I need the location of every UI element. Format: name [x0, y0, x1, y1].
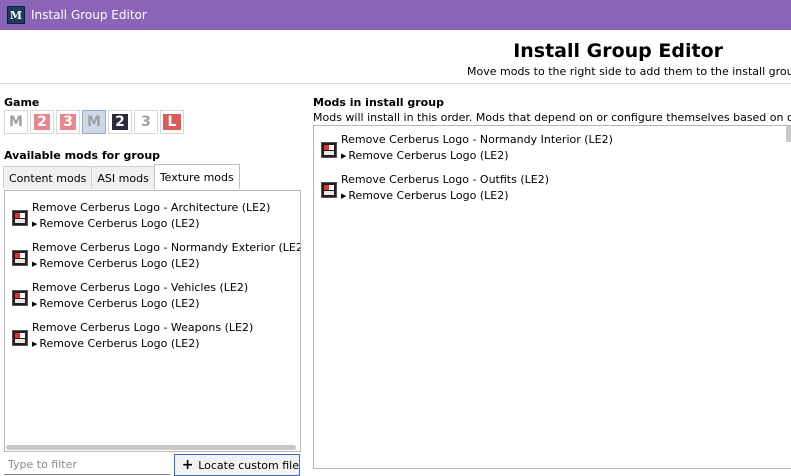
install-group-list[interactable]: Remove Cerberus Logo - Normandy Interior…	[313, 125, 791, 469]
mod-icon	[321, 182, 337, 198]
list-item[interactable]: Remove Cerberus Logo - Weapons (LE2) ▶ Re…	[12, 321, 300, 357]
list-item[interactable]: Remove Cerberus Logo - Outfits (LE2) ▶ Re…	[321, 173, 721, 209]
header-divider	[0, 83, 791, 84]
game-lex-button[interactable]: M	[82, 110, 106, 134]
mod-parent: ▶ Remove Cerberus Logo (LE2)	[32, 297, 200, 310]
list-item[interactable]: Remove Cerberus Logo - Vehicles (LE2) ▶ R…	[12, 281, 300, 317]
game-selector: M 2 3 M 2 3 L	[4, 110, 184, 134]
app-icon: M	[7, 6, 25, 24]
triangle-icon: ▶	[32, 300, 38, 308]
mod-parent: ▶ Remove Cerberus Logo (LE2)	[32, 337, 200, 350]
mod-title: Remove Cerberus Logo - Architecture (LE2…	[32, 201, 271, 214]
list-item[interactable]: Remove Cerberus Logo - Architecture (LE2…	[12, 201, 300, 237]
filter-input[interactable]	[4, 455, 170, 475]
mod-icon	[321, 142, 337, 158]
mod-parent: ▶ Remove Cerberus Logo (LE2)	[341, 189, 509, 202]
tab-texture-mods[interactable]: Texture mods	[153, 164, 240, 189]
mod-parent: ▶ Remove Cerberus Logo (LE2)	[32, 217, 200, 230]
page-title: Install Group Editor	[513, 40, 723, 62]
install-group-label: Mods in install group	[313, 96, 444, 109]
vertical-scrollbar[interactable]	[786, 126, 791, 142]
mod-parent: ▶ Remove Cerberus Logo (LE2)	[32, 257, 200, 270]
mod-title: Remove Cerberus Logo - Outfits (LE2)	[341, 173, 549, 186]
game-launcher-button[interactable]: L	[160, 110, 184, 134]
game-label: Game	[4, 96, 40, 109]
tab-asi-mods[interactable]: ASI mods	[91, 166, 155, 189]
game-le-launcher-button[interactable]: M	[4, 110, 28, 134]
available-mods-label: Available mods for group	[4, 149, 161, 162]
game-le3-button[interactable]: 3	[134, 110, 158, 134]
tab-content-mods[interactable]: Content mods	[3, 166, 93, 189]
window-title: Install Group Editor	[31, 8, 147, 22]
mod-title: Remove Cerberus Logo - Vehicles (LE2)	[32, 281, 249, 294]
mod-parent: ▶ Remove Cerberus Logo (LE2)	[341, 149, 509, 162]
mod-icon	[12, 330, 28, 346]
mod-title: Remove Cerberus Logo - Weapons (LE2)	[32, 321, 254, 334]
plus-icon: +	[181, 457, 194, 473]
game-le2-button[interactable]: 2	[108, 110, 132, 134]
mod-icon	[12, 250, 28, 266]
horizontal-scrollbar[interactable]	[6, 445, 296, 450]
locate-button-label: Locate custom file	[198, 458, 299, 472]
mod-title: Remove Cerberus Logo - Normandy Exterior…	[32, 241, 301, 254]
title-bar: M Install Group Editor	[0, 0, 791, 30]
install-group-description: Mods will install in this order. Mods th…	[313, 111, 791, 124]
page-subtitle: Move mods to the right side to add them …	[467, 65, 791, 78]
game-me3-button[interactable]: 3	[56, 110, 80, 134]
triangle-icon: ▶	[32, 220, 38, 228]
list-item[interactable]: Remove Cerberus Logo - Normandy Exterior…	[12, 241, 301, 277]
mod-type-tabs: Content mods ASI mods Texture mods	[3, 164, 240, 189]
locate-custom-file-button[interactable]: + Locate custom file	[174, 454, 300, 476]
mod-title: Remove Cerberus Logo - Normandy Interior…	[341, 133, 613, 146]
game-me2-button[interactable]: 2	[30, 110, 54, 134]
mod-icon	[12, 290, 28, 306]
triangle-icon: ▶	[341, 152, 347, 160]
triangle-icon: ▶	[32, 340, 38, 348]
mod-icon	[12, 210, 28, 226]
list-item[interactable]: Remove Cerberus Logo - Normandy Interior…	[321, 133, 721, 169]
available-mods-list[interactable]: Remove Cerberus Logo - Architecture (LE2…	[4, 190, 301, 452]
triangle-icon: ▶	[341, 192, 347, 200]
triangle-icon: ▶	[32, 260, 38, 268]
